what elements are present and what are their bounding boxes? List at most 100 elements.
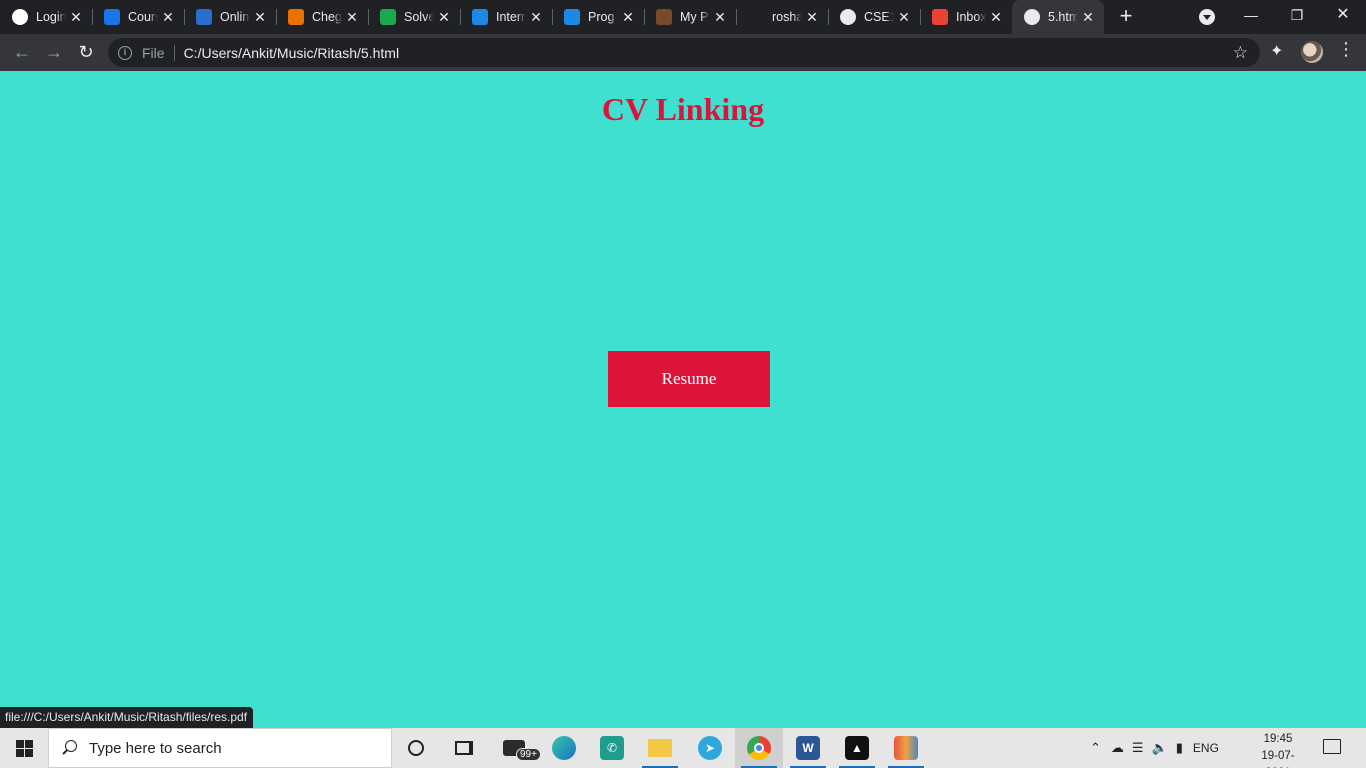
tab-close-icon[interactable]: ✕: [436, 9, 452, 25]
browser-tab[interactable]: Online✕: [184, 0, 276, 34]
taskbar-photos-app[interactable]: ▲: [833, 728, 881, 768]
page-content: CV Linking Resume: [0, 71, 1366, 728]
start-button[interactable]: [0, 728, 48, 768]
taskbar-telegram-app[interactable]: ➤: [686, 728, 734, 768]
tab-close-icon[interactable]: ✕: [804, 9, 820, 25]
is-icon: [472, 9, 488, 25]
search-placeholder: Type here to search: [89, 739, 222, 757]
profile-avatar[interactable]: [1301, 41, 1323, 63]
tab-list: Login✕Courses✕Online✕Chegg✕Solve✕Intern✕…: [0, 0, 1104, 34]
chrome-icon: [747, 736, 771, 760]
bookmark-star-icon[interactable]: ☆: [1233, 43, 1248, 63]
onedrive-cloud-icon[interactable]: ☁: [1111, 740, 1124, 756]
tab-close-icon[interactable]: ✕: [896, 9, 912, 25]
taskbar-sublime-app[interactable]: [882, 728, 930, 768]
word-icon: W: [796, 736, 820, 760]
browser-tab[interactable]: Solve ✕: [368, 0, 460, 34]
system-tray: ⌃ ☁ ☰ 🔈 ▮ ENG: [1090, 728, 1219, 768]
browser-tab[interactable]: Login ✕: [0, 0, 92, 34]
windows-logo-icon: [15, 739, 33, 757]
taskbar-chrome-app[interactable]: [735, 728, 783, 768]
back-button[interactable]: ←: [6, 37, 38, 69]
language-indicator[interactable]: ENG: [1193, 741, 1219, 755]
tab-close-icon[interactable]: ✕: [344, 9, 360, 25]
page-title: CV Linking: [601, 91, 765, 127]
folder-icon: [648, 739, 672, 757]
new-tab-button[interactable]: +: [1112, 3, 1140, 31]
photos-mountain-icon: ▲: [845, 736, 869, 760]
tab-close-icon[interactable]: ✕: [68, 9, 84, 25]
cortana-circle-icon: [408, 740, 424, 756]
wifi-icon[interactable]: ☰: [1132, 740, 1144, 756]
taskbar-clock[interactable]: 19:45 19-07-2021: [1250, 731, 1306, 768]
taskbar-file-explorer-app[interactable]: [636, 728, 684, 768]
cortana-button[interactable]: [392, 728, 440, 768]
browser-tab[interactable]: Courses✕: [92, 0, 184, 34]
browser-tab[interactable]: Inbox ✕: [920, 0, 1012, 34]
tray-chevron-up-icon[interactable]: ⌃: [1090, 740, 1101, 756]
telegram-icon: ➤: [698, 736, 722, 760]
browser-tab[interactable]: Intern ✕: [460, 0, 552, 34]
tab-title: Courses: [128, 10, 158, 24]
search-icon: [61, 740, 77, 756]
globe-icon: [840, 9, 856, 25]
gmail-icon: [932, 9, 948, 25]
browser-tab[interactable]: Chegg✕: [276, 0, 368, 34]
taskbar-search-box[interactable]: Type here to search: [48, 728, 392, 768]
link-status-bubble: file:///C:/Users/Ankit/Music/Ritash/file…: [0, 707, 254, 728]
tab-close-icon[interactable]: ✕: [160, 9, 176, 25]
tab-title: Prog: [588, 10, 615, 24]
battery-icon[interactable]: ▮: [1176, 740, 1183, 756]
tab-close-icon[interactable]: ✕: [620, 9, 636, 25]
github-icon: [12, 9, 28, 25]
taskbar-whatsapp-app[interactable]: ✆: [588, 728, 636, 768]
tab-close-icon[interactable]: ✕: [712, 9, 728, 25]
is-icon: [564, 9, 580, 25]
c-logo-icon: [104, 9, 120, 25]
hackerrank-icon: [380, 9, 396, 25]
online-icon: [196, 9, 212, 25]
tab-search-icon[interactable]: [1199, 9, 1215, 25]
address-bar[interactable]: i File C:/Users/Ankit/Music/Ritash/5.htm…: [108, 38, 1260, 67]
tab-close-icon[interactable]: ✕: [1080, 9, 1096, 25]
omnibox-divider: [173, 44, 175, 61]
browser-tab[interactable]: Prog ✕: [552, 0, 644, 34]
taskbar-word-app[interactable]: W: [784, 728, 832, 768]
forward-button[interactable]: →: [38, 37, 70, 69]
stripes-app-icon: [894, 736, 918, 760]
kebab-menu-icon[interactable]: ⋮: [1337, 39, 1355, 60]
tab-title: CSE1: [864, 10, 894, 24]
minimize-button[interactable]: —: [1228, 0, 1274, 34]
tab-title: rosha: [772, 10, 802, 24]
reload-button[interactable]: ↻: [70, 37, 102, 69]
tab-title: Online: [220, 10, 250, 24]
taskbar-mail-app[interactable]: 99+: [490, 728, 541, 768]
browser-tab[interactable]: CSE1 ✕: [828, 0, 920, 34]
notifications-icon[interactable]: [1323, 739, 1341, 754]
url-text[interactable]: C:/Users/Ankit/Music/Ritash/5.html: [184, 45, 400, 61]
tab-title: Solve: [404, 10, 434, 24]
volume-icon[interactable]: 🔈: [1152, 740, 1168, 756]
tab-close-icon[interactable]: ✕: [528, 9, 544, 25]
tab-title: Inbox: [956, 10, 986, 24]
taskbar-edge-app[interactable]: [540, 728, 588, 768]
browser-tab[interactable]: My P ✕: [644, 0, 736, 34]
resume-button[interactable]: Resume: [608, 351, 770, 407]
task-view-button[interactable]: [440, 728, 488, 768]
tab-close-icon[interactable]: ✕: [252, 9, 268, 25]
clock-date: 19-07-2021: [1261, 750, 1295, 768]
whatsapp-icon: ✆: [600, 736, 624, 760]
restore-button[interactable]: ❐: [1274, 0, 1320, 34]
url-scheme-label: File: [142, 44, 165, 61]
browser-tab[interactable]: rosha ✕: [736, 0, 828, 34]
browser-tab[interactable]: 5.htm ✕: [1012, 0, 1104, 34]
extensions-puzzle-icon[interactable]: ✦: [1270, 41, 1283, 61]
mail-count-badge: 99+: [516, 748, 541, 761]
clock-time: 19:45: [1263, 733, 1293, 745]
tab-title: Chegg: [312, 10, 342, 24]
close-window-button[interactable]: ✕: [1320, 0, 1366, 34]
globe-icon: [1024, 9, 1040, 25]
tab-close-icon[interactable]: ✕: [988, 9, 1004, 25]
site-info-icon[interactable]: i: [118, 45, 132, 60]
windows-taskbar: Type here to search 99+ ✆ ➤ W ▲ ⌃ ☁ ☰ 🔈: [0, 728, 1366, 768]
